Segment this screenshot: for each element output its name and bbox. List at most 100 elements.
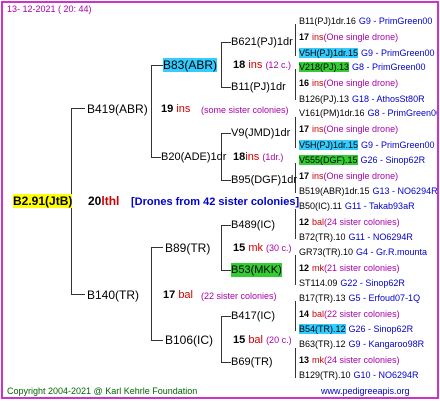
queen-g4-name: B519(ABR)1dr.15 xyxy=(299,186,370,196)
drone-note: (One single drone) xyxy=(323,124,399,134)
connector xyxy=(151,157,161,158)
queen-g4[interactable]: B54(TR).12 G26 - Sinop62R xyxy=(299,323,413,335)
root-queen[interactable]: B2.91(JtB) xyxy=(13,194,73,208)
root-year-breeder: 20lthl xyxy=(88,194,119,208)
queen-g4-source: G11 - Takab93aR xyxy=(344,201,415,211)
queen-g3-3[interactable]: V9(JMD)1dr xyxy=(231,126,290,140)
queen-g4-name: V218(PJ).13 xyxy=(299,62,350,72)
connector xyxy=(151,247,152,340)
queen-g4[interactable]: B11(PJ)1dr.16 G9 - PrimGreen00 xyxy=(299,15,432,27)
queen-g4[interactable]: V218(PJ).13 G8 - PrimGreen00 xyxy=(299,61,426,73)
drone-line: 12 bal(24 sister colonies) xyxy=(299,216,400,228)
drone-breeder: ins xyxy=(312,124,324,134)
connector xyxy=(151,65,163,66)
queen-g4[interactable]: V161(PM)1dr.16 G8 - PrimGreen00 xyxy=(299,107,437,119)
connector xyxy=(295,209,296,239)
connector xyxy=(221,87,231,88)
drone-breeder: bal xyxy=(312,309,325,319)
queen-g4[interactable]: GR73(TR).10 G4 - Gr.R.mounta xyxy=(299,246,427,258)
queen-g1-1-info: 19 ins xyxy=(161,103,191,115)
queen-g2-2-info: 18ins (1dr.) xyxy=(233,151,284,163)
queen-g4[interactable]: B129(TR).10 G10 - NO6294R xyxy=(299,369,419,381)
drone-line: 12 mk(21 sister colonies) xyxy=(299,262,400,274)
queen-g3-4[interactable]: B95(DGF)1dr xyxy=(231,173,297,187)
queen-g4[interactable]: B17(TR).13 G5 - Erfoud07-1Q xyxy=(299,292,420,304)
connector xyxy=(221,270,231,271)
connector xyxy=(295,24,296,56)
drone-breeder: mk xyxy=(312,263,325,273)
connector xyxy=(221,42,222,87)
queen-g1-1[interactable]: B419(ABR) xyxy=(87,102,148,116)
queen-g4[interactable]: B50(IC).11 G11 - Takab93aR xyxy=(299,200,415,212)
queen-g4-name: B11(PJ)1dr.16 xyxy=(299,16,356,26)
drone-year: 17 xyxy=(299,32,310,42)
connector xyxy=(295,301,296,331)
queen-g2-4-info: 15 bal (20 c.) xyxy=(233,334,292,346)
connector xyxy=(295,255,296,285)
queen-g4-source: G22 - Sinop62R xyxy=(340,278,405,288)
drone-note: (22 sister colonies) xyxy=(324,309,400,319)
queen-g2-3[interactable]: B89(TR) xyxy=(165,241,210,255)
queen-g4-name: B72(TR).10 xyxy=(299,232,346,242)
drone-year: 17 xyxy=(299,171,310,181)
drone-year: 13 xyxy=(299,355,310,365)
queen-g4-name: B63(TR).12 xyxy=(299,339,346,349)
connector xyxy=(221,225,222,270)
connector xyxy=(295,117,296,148)
queen-g4[interactable]: B126(PJ).13 G18 - AthosSt80R xyxy=(299,93,425,105)
queen-g3-7[interactable]: B417(IC) xyxy=(231,309,275,323)
drone-note: (24 sister colonies) xyxy=(324,355,400,365)
queen-g4-source: G9 - PrimGreen00 xyxy=(361,140,435,150)
site-link[interactable]: www.pedigreeapis.org xyxy=(321,385,410,397)
drone-note: (21 sister colonies) xyxy=(324,263,400,273)
connector xyxy=(221,133,231,134)
queen-g4-name: GR73(TR).10 xyxy=(299,247,354,257)
drone-breeder: bal xyxy=(312,217,325,227)
queen-g3-1[interactable]: B621(PJ)1dr xyxy=(231,35,293,49)
queen-g3-2[interactable]: B11(PJ)1dr xyxy=(231,80,286,94)
queen-g4-source: G11 - NO6294R xyxy=(348,232,413,242)
queen-g4-source: G4 - Gr.R.mounta xyxy=(356,247,428,257)
queen-g3-8[interactable]: B69(TR) xyxy=(231,355,273,369)
queen-g4[interactable]: B72(TR).10 G11 - NO6294R xyxy=(299,231,413,243)
drone-note: (One single drone) xyxy=(323,171,399,181)
queen-g4-source: G8 - PrimGreen00 xyxy=(352,62,426,72)
queen-g3-5[interactable]: B489(IC) xyxy=(231,218,275,232)
drone-note: (One single drone) xyxy=(323,32,399,42)
connector xyxy=(221,225,231,226)
queen-g2-3-info: 15 mk (30 c.) xyxy=(233,242,292,254)
connector xyxy=(151,65,152,157)
queen-g2-2[interactable]: B20(ADE)1dr xyxy=(161,150,226,164)
queen-g2-1[interactable]: B83(ABR) xyxy=(163,58,218,72)
queen-g4-source: G5 - Erfoud07-1Q xyxy=(348,293,421,303)
root-breeder: lthl xyxy=(101,194,120,208)
queen-g4[interactable]: B63(TR).12 G9 - Kangaroo98R xyxy=(299,338,424,350)
connector xyxy=(151,340,163,341)
queen-g4[interactable]: V5H(PJ)1dr.15 G9 - PrimGreen00 xyxy=(299,47,435,59)
copyright: Copyright 2004-2021 @ Karl Kehrle Founda… xyxy=(7,386,198,396)
queen-g3-6[interactable]: B53(MKK) xyxy=(231,263,282,277)
queen-g2-1-info: 18 ins (12 c.) xyxy=(233,59,291,71)
connector xyxy=(71,294,85,295)
drone-breeder: ins xyxy=(312,78,324,88)
queen-g4-source: G9 - PrimGreen00 xyxy=(361,48,435,58)
queen-g4-source: G18 - AthosSt80R xyxy=(352,94,425,104)
queen-g4[interactable]: ST114.09 G22 - Sinop62R xyxy=(299,277,405,289)
queen-g1-2[interactable]: B140(TR) xyxy=(87,288,139,302)
root-note: [Drones from 42 sister colonies] xyxy=(131,196,300,208)
queen-g4-name: ST114.09 xyxy=(299,278,338,288)
drone-line: 17 ins(One single drone) xyxy=(299,123,398,135)
queen-g2-4[interactable]: B106(IC) xyxy=(165,333,213,347)
timestamp: 13- 12-2021 ( 20: 44) xyxy=(7,4,92,14)
queen-g4-name: V5H(PJ)1dr.15 xyxy=(299,48,359,58)
queen-g4[interactable]: V5H(PJ)1dr.15 G9 - PrimGreen00 xyxy=(299,139,435,151)
queen-g1-2-info: 17 bal xyxy=(163,289,193,301)
drone-breeder: ins xyxy=(312,171,324,181)
drone-line: 17 ins(One single drone) xyxy=(299,31,398,43)
queen-g4-source: G10 - NO6294R xyxy=(353,370,419,380)
drone-line: 16 ins(One single drone) xyxy=(299,77,398,89)
queen-g4[interactable]: B519(ABR)1dr.15 G13 - NO6294R xyxy=(299,185,437,197)
queen-g4[interactable]: V555(DGF).15 G26 - Sinop62R xyxy=(299,154,425,166)
drone-year: 16 xyxy=(299,78,310,88)
drone-line: 17 ins(One single drone) xyxy=(299,170,398,182)
